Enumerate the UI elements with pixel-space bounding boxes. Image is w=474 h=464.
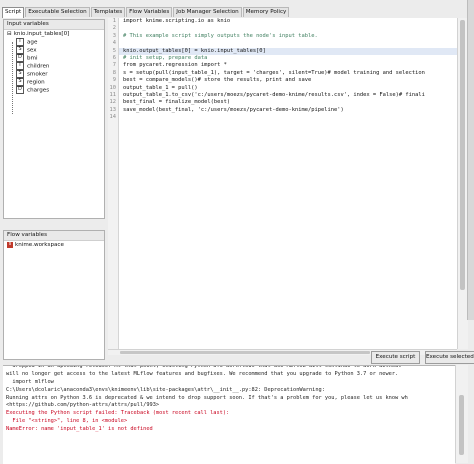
column-item[interactable]: Ssmoker	[4, 70, 104, 78]
execute-script-button[interactable]: Execute script	[371, 351, 420, 364]
line-number: 13	[109, 106, 117, 113]
console-line: C:\Users\dcolaric\anaconda3\envs\knimeen…	[6, 386, 325, 393]
code-line: s = setup(pull(input_table_1), target = …	[123, 69, 425, 76]
console-line: will no longer get access to the latest …	[6, 370, 399, 377]
code-line: # init setup, prepare data	[123, 54, 208, 61]
column-name: children	[27, 63, 50, 70]
column-type-icon: I	[16, 62, 24, 70]
window-edge	[467, 0, 474, 320]
column-type-icon: D	[16, 86, 24, 94]
console-error-line: Executing the Python script failed: Trac…	[6, 410, 230, 417]
input-variables-tree: ⊟ knio.input_tables[0] Iage Ssex Dbmi Ichild…	[4, 30, 104, 114]
line-number: 12	[109, 99, 117, 106]
console-line: <https://github.com/python-attrs/attrs/p…	[6, 402, 160, 409]
tab-executable-selection[interactable]: Executable Selection	[25, 7, 90, 17]
line-number: 11	[109, 91, 117, 98]
line-number: 3	[112, 32, 116, 39]
line-number: 5	[112, 47, 116, 54]
tab-memory-policy[interactable]: Memory Policy	[242, 7, 290, 17]
line-number: 1	[112, 18, 116, 24]
column-name: sex	[27, 47, 37, 54]
flow-variable-name: knime.workspace	[15, 242, 64, 248]
line-number: 4	[112, 40, 116, 47]
tab-templates[interactable]: Templates	[90, 7, 126, 17]
line-number: 10	[109, 84, 117, 91]
column-name: age	[27, 39, 38, 46]
input-variables-title: Input variables	[4, 20, 104, 30]
flow-variables-title: Flow variables	[4, 231, 104, 241]
code-editor[interactable]: import knime.scripting.io as knio # This …	[119, 18, 457, 349]
column-name: bmi	[27, 55, 38, 62]
column-type-icon: S	[16, 78, 24, 86]
scroll-thumb[interactable]	[120, 351, 370, 354]
tab-job-manager-selection[interactable]: Job Manager Selection	[173, 7, 242, 17]
code-line: import knime.scripting.io as knio	[123, 18, 231, 24]
column-item[interactable]: Dcharges	[4, 86, 104, 94]
console-line: import mlflow	[6, 378, 54, 385]
code-line: from pycaret.regression import *	[123, 62, 227, 69]
line-number: 14	[109, 114, 117, 121]
column-name: smoker	[27, 71, 48, 78]
column-name: region	[27, 79, 45, 86]
code-line: output_table_1.to_csv('c:/users/moezs/py…	[123, 91, 425, 98]
string-variable-icon: s	[7, 241, 13, 248]
collapse-icon[interactable]: ⊟	[7, 31, 12, 37]
line-number: 8	[112, 69, 116, 76]
console-error-line: NameError: name 'input_table_1' is not d…	[6, 426, 153, 433]
tab-flow-variables[interactable]: Flow Variables	[126, 7, 173, 17]
tab-script[interactable]: Script	[2, 7, 25, 18]
line-number: 7	[112, 62, 116, 69]
execute-selected-lines-button[interactable]: Execute selected lines	[425, 351, 474, 364]
scroll-thumb[interactable]	[460, 20, 465, 290]
code-line: # This example script simply outputs the…	[123, 32, 318, 39]
line-number-gutter: 1 2 3 4 5 6 7 8 9 10 11 12 13 14	[108, 18, 119, 349]
column-item[interactable]: Ichildren	[4, 62, 104, 70]
code-line: best = compare_models()# store the resul…	[123, 77, 312, 84]
line-number: 9	[112, 77, 116, 84]
code-line: best_final = finalize_model(best)	[123, 99, 231, 106]
flow-variables-panel: Flow variables s knime.workspace	[3, 230, 105, 360]
line-number: 6	[112, 54, 116, 61]
line-number: 2	[112, 25, 116, 32]
code-line: save_model(best_final, 'c:/users/moezs/p…	[123, 106, 344, 113]
column-item[interactable]: Sregion	[4, 78, 104, 86]
code-line: output_table_1 = pull()	[123, 84, 198, 91]
console-line: Running attrs on Python 3.6 is deprecate…	[6, 394, 408, 401]
column-type-icon: S	[16, 46, 24, 54]
column-item[interactable]: Dbmi	[4, 54, 104, 62]
column-item[interactable]: Ssex	[4, 46, 104, 54]
tab-bar: Script Executable Selection Templates Flow …	[2, 7, 290, 18]
tree-root-item[interactable]: ⊟ knio.input_tables[0]	[4, 30, 104, 38]
console-error-line: File "<string>", line 8, in <module>	[6, 418, 128, 425]
column-type-icon: S	[16, 70, 24, 78]
console-vertical-scrollbar[interactable]	[455, 365, 468, 463]
column-type-icon: I	[16, 38, 24, 46]
flow-variable-item[interactable]: s knime.workspace	[4, 241, 104, 249]
input-variables-panel: Input variables ⊟ knio.input_tables[0] Ia…	[3, 19, 105, 219]
column-item[interactable]: Iage	[4, 38, 104, 46]
code-line: knio.output_tables[0] = knio.input_table…	[119, 47, 457, 55]
console-output[interactable]: dropped in an upcoming release. At that …	[3, 365, 455, 464]
column-name: charges	[27, 87, 50, 94]
tree-root-label: knio.input_tables[0]	[13, 31, 70, 37]
column-type-icon: D	[16, 54, 24, 62]
scroll-thumb[interactable]	[459, 395, 464, 455]
